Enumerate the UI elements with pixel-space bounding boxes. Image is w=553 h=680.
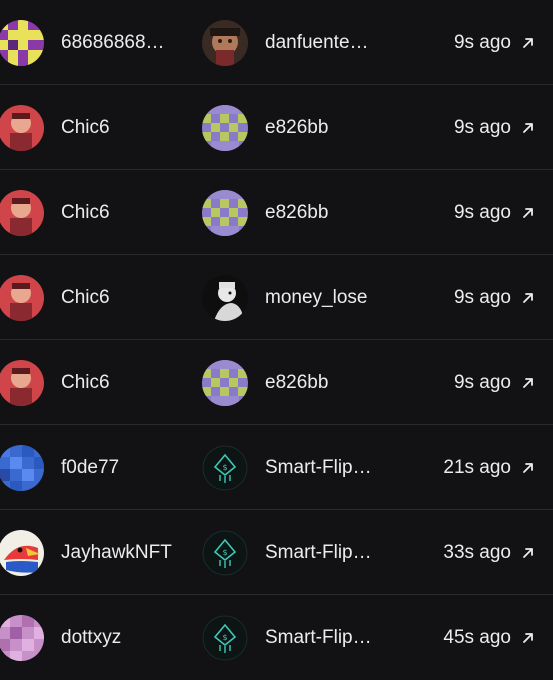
transaction-link[interactable]: 21s ago bbox=[443, 425, 535, 510]
to-username[interactable]: money_lose bbox=[265, 255, 367, 340]
svg-text:$: $ bbox=[222, 548, 227, 557]
from-username[interactable]: Chic6 bbox=[61, 255, 110, 340]
timestamp: 9s ago bbox=[453, 31, 511, 53]
pixel-pink-avatar[interactable] bbox=[0, 615, 44, 661]
timestamp: 9s ago bbox=[453, 371, 511, 393]
activity-row[interactable]: Chic6 money_lose 9s ago bbox=[0, 255, 553, 340]
arrow-up-right-icon bbox=[523, 37, 533, 48]
photo-avatar[interactable] bbox=[202, 20, 248, 66]
activity-row[interactable]: 68686868… danfuente… 9s ago bbox=[0, 0, 553, 85]
transaction-link[interactable]: 9s ago bbox=[454, 255, 535, 340]
activity-row[interactable]: f0de77 $ Smart-Flip… 21s ago bbox=[0, 425, 553, 510]
bw-illustration-avatar[interactable] bbox=[202, 275, 248, 321]
red-illustration-avatar[interactable] bbox=[0, 105, 44, 151]
smart-flip-logo-avatar[interactable]: $ bbox=[202, 445, 248, 491]
to-username[interactable]: danfuente… bbox=[265, 0, 369, 85]
activity-row[interactable]: JayhawkNFT $ Smart-Flip… 33s ago bbox=[0, 510, 553, 595]
red-illustration-avatar[interactable] bbox=[0, 275, 44, 321]
to-username[interactable]: Smart-Flip… bbox=[265, 595, 372, 680]
timestamp: 9s ago bbox=[453, 116, 511, 138]
arrow-up-right-icon bbox=[523, 122, 533, 133]
arrow-up-right-icon bbox=[523, 462, 533, 473]
svg-text:$: $ bbox=[222, 463, 227, 472]
transaction-link[interactable]: 9s ago bbox=[454, 340, 535, 425]
to-username[interactable]: e826bb bbox=[265, 85, 328, 170]
transaction-link[interactable]: 9s ago bbox=[454, 85, 535, 170]
from-username[interactable]: Chic6 bbox=[61, 340, 110, 425]
arrow-up-right-icon bbox=[523, 377, 533, 388]
pixel-purple-green-avatar[interactable] bbox=[202, 105, 248, 151]
activity-row[interactable]: Chic6 e826bb 9s ago bbox=[0, 170, 553, 255]
timestamp: 9s ago bbox=[453, 286, 511, 308]
arrow-up-right-icon bbox=[523, 207, 533, 218]
from-username[interactable]: JayhawkNFT bbox=[61, 510, 172, 595]
pixel-blue-avatar[interactable] bbox=[0, 445, 44, 491]
from-username[interactable]: Chic6 bbox=[61, 85, 110, 170]
transaction-link[interactable]: 33s ago bbox=[443, 510, 535, 595]
timestamp: 21s ago bbox=[443, 456, 511, 478]
smart-flip-logo-avatar[interactable]: $ bbox=[202, 530, 248, 576]
transaction-link[interactable]: 9s ago bbox=[454, 0, 535, 85]
to-username[interactable]: Smart-Flip… bbox=[265, 425, 372, 510]
transaction-link[interactable]: 9s ago bbox=[454, 170, 535, 255]
to-username[interactable]: Smart-Flip… bbox=[265, 510, 372, 595]
arrow-up-right-icon bbox=[523, 632, 533, 643]
from-username[interactable]: f0de77 bbox=[61, 425, 119, 510]
pixel-yellow-purple-avatar[interactable] bbox=[0, 20, 44, 66]
to-username[interactable]: e826bb bbox=[265, 340, 328, 425]
pixel-purple-green-avatar[interactable] bbox=[202, 190, 248, 236]
svg-text:$: $ bbox=[222, 633, 227, 642]
timestamp: 45s ago bbox=[443, 626, 511, 648]
activity-row[interactable]: dottxyz $ Smart-Flip… 45s ago bbox=[0, 595, 553, 680]
timestamp: 9s ago bbox=[453, 201, 511, 223]
arrow-up-right-icon bbox=[523, 547, 533, 558]
arrow-up-right-icon bbox=[523, 292, 533, 303]
transaction-link[interactable]: 45s ago bbox=[443, 595, 535, 680]
activity-list: 68686868… danfuente… 9s ago Chic6 e826bb… bbox=[0, 0, 553, 680]
timestamp: 33s ago bbox=[443, 541, 511, 563]
red-illustration-avatar[interactable] bbox=[0, 190, 44, 236]
activity-row[interactable]: Chic6 e826bb 9s ago bbox=[0, 340, 553, 425]
activity-row[interactable]: Chic6 e826bb 9s ago bbox=[0, 85, 553, 170]
jayhawk-avatar[interactable] bbox=[0, 530, 44, 576]
from-username[interactable]: 68686868… bbox=[61, 0, 165, 85]
smart-flip-logo-avatar[interactable]: $ bbox=[202, 615, 248, 661]
from-username[interactable]: Chic6 bbox=[61, 170, 110, 255]
to-username[interactable]: e826bb bbox=[265, 170, 328, 255]
pixel-purple-green-avatar[interactable] bbox=[202, 360, 248, 406]
red-illustration-avatar[interactable] bbox=[0, 360, 44, 406]
from-username[interactable]: dottxyz bbox=[61, 595, 121, 680]
